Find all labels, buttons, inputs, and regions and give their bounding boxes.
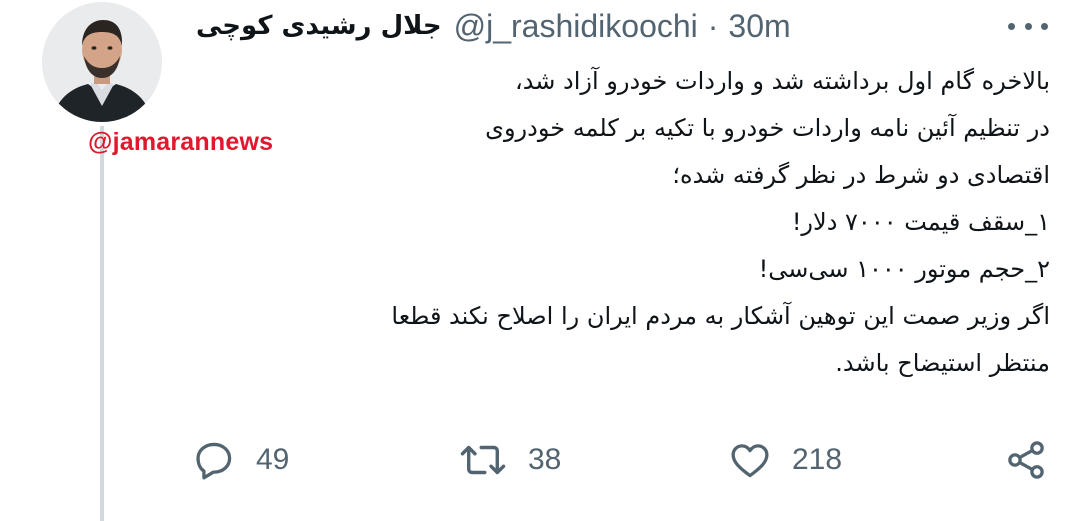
- author-avatar[interactable]: [42, 2, 162, 122]
- like-count: 218: [792, 443, 843, 476]
- share-button[interactable]: [1004, 432, 1048, 488]
- reply-count: 49: [256, 443, 290, 476]
- like-button[interactable]: 218: [728, 432, 842, 488]
- author-handle[interactable]: @j_rashidikoochi: [454, 8, 698, 45]
- retweet-count: 38: [528, 443, 562, 476]
- header-separator: ·: [707, 7, 719, 44]
- tweet-header: جلال رشیدی کوچی @j_rashidikoochi · 30m: [196, 4, 791, 48]
- tweet-actions: 49 38 218: [192, 432, 1054, 488]
- like-icon: [731, 444, 769, 478]
- tweet-text-line: بالاخره گام اول برداشته شد و واردات خودر…: [514, 67, 1050, 95]
- tweet-text: بالاخره گام اول برداشته شد و واردات خودر…: [192, 58, 1050, 387]
- tweet-timestamp[interactable]: 30m: [728, 8, 790, 45]
- author-display-name[interactable]: جلال رشیدی کوچی: [196, 11, 442, 41]
- retweet-button[interactable]: 38: [458, 432, 561, 488]
- tweet-text-line: ۱_سقف قیمت ۷۰۰۰ دلار!: [791, 208, 1050, 236]
- tweet: @jamarannews جلال رشیدی کوچی @j_rashidik…: [0, 0, 1080, 521]
- reply-icon: [196, 442, 232, 480]
- tweet-text-line: اقتصادی دو شرط در نظر گرفته شده؛: [672, 161, 1050, 189]
- more-icon[interactable]: [1008, 20, 1048, 32]
- tweet-text-line: منتظر استیضاح باشد.: [835, 349, 1050, 377]
- thread-line: [100, 126, 104, 521]
- retweet-icon: [460, 445, 506, 475]
- more-dot: [1008, 22, 1015, 30]
- profile-photo-icon: [42, 2, 162, 122]
- share-icon: [1008, 441, 1044, 479]
- tweet-text-line: در تنظیم آئین نامه واردات خودرو با تکیه …: [485, 114, 1050, 142]
- more-dot: [1041, 22, 1048, 30]
- tweet-text-line: ۲_حجم موتور ۱۰۰۰ سی‌سی!: [758, 255, 1050, 283]
- more-dot: [1024, 22, 1032, 30]
- reply-button[interactable]: 49: [192, 432, 289, 488]
- tweet-text-line: اگر وزیر صمت این توهین آشکار به مردم ایر…: [391, 302, 1050, 330]
